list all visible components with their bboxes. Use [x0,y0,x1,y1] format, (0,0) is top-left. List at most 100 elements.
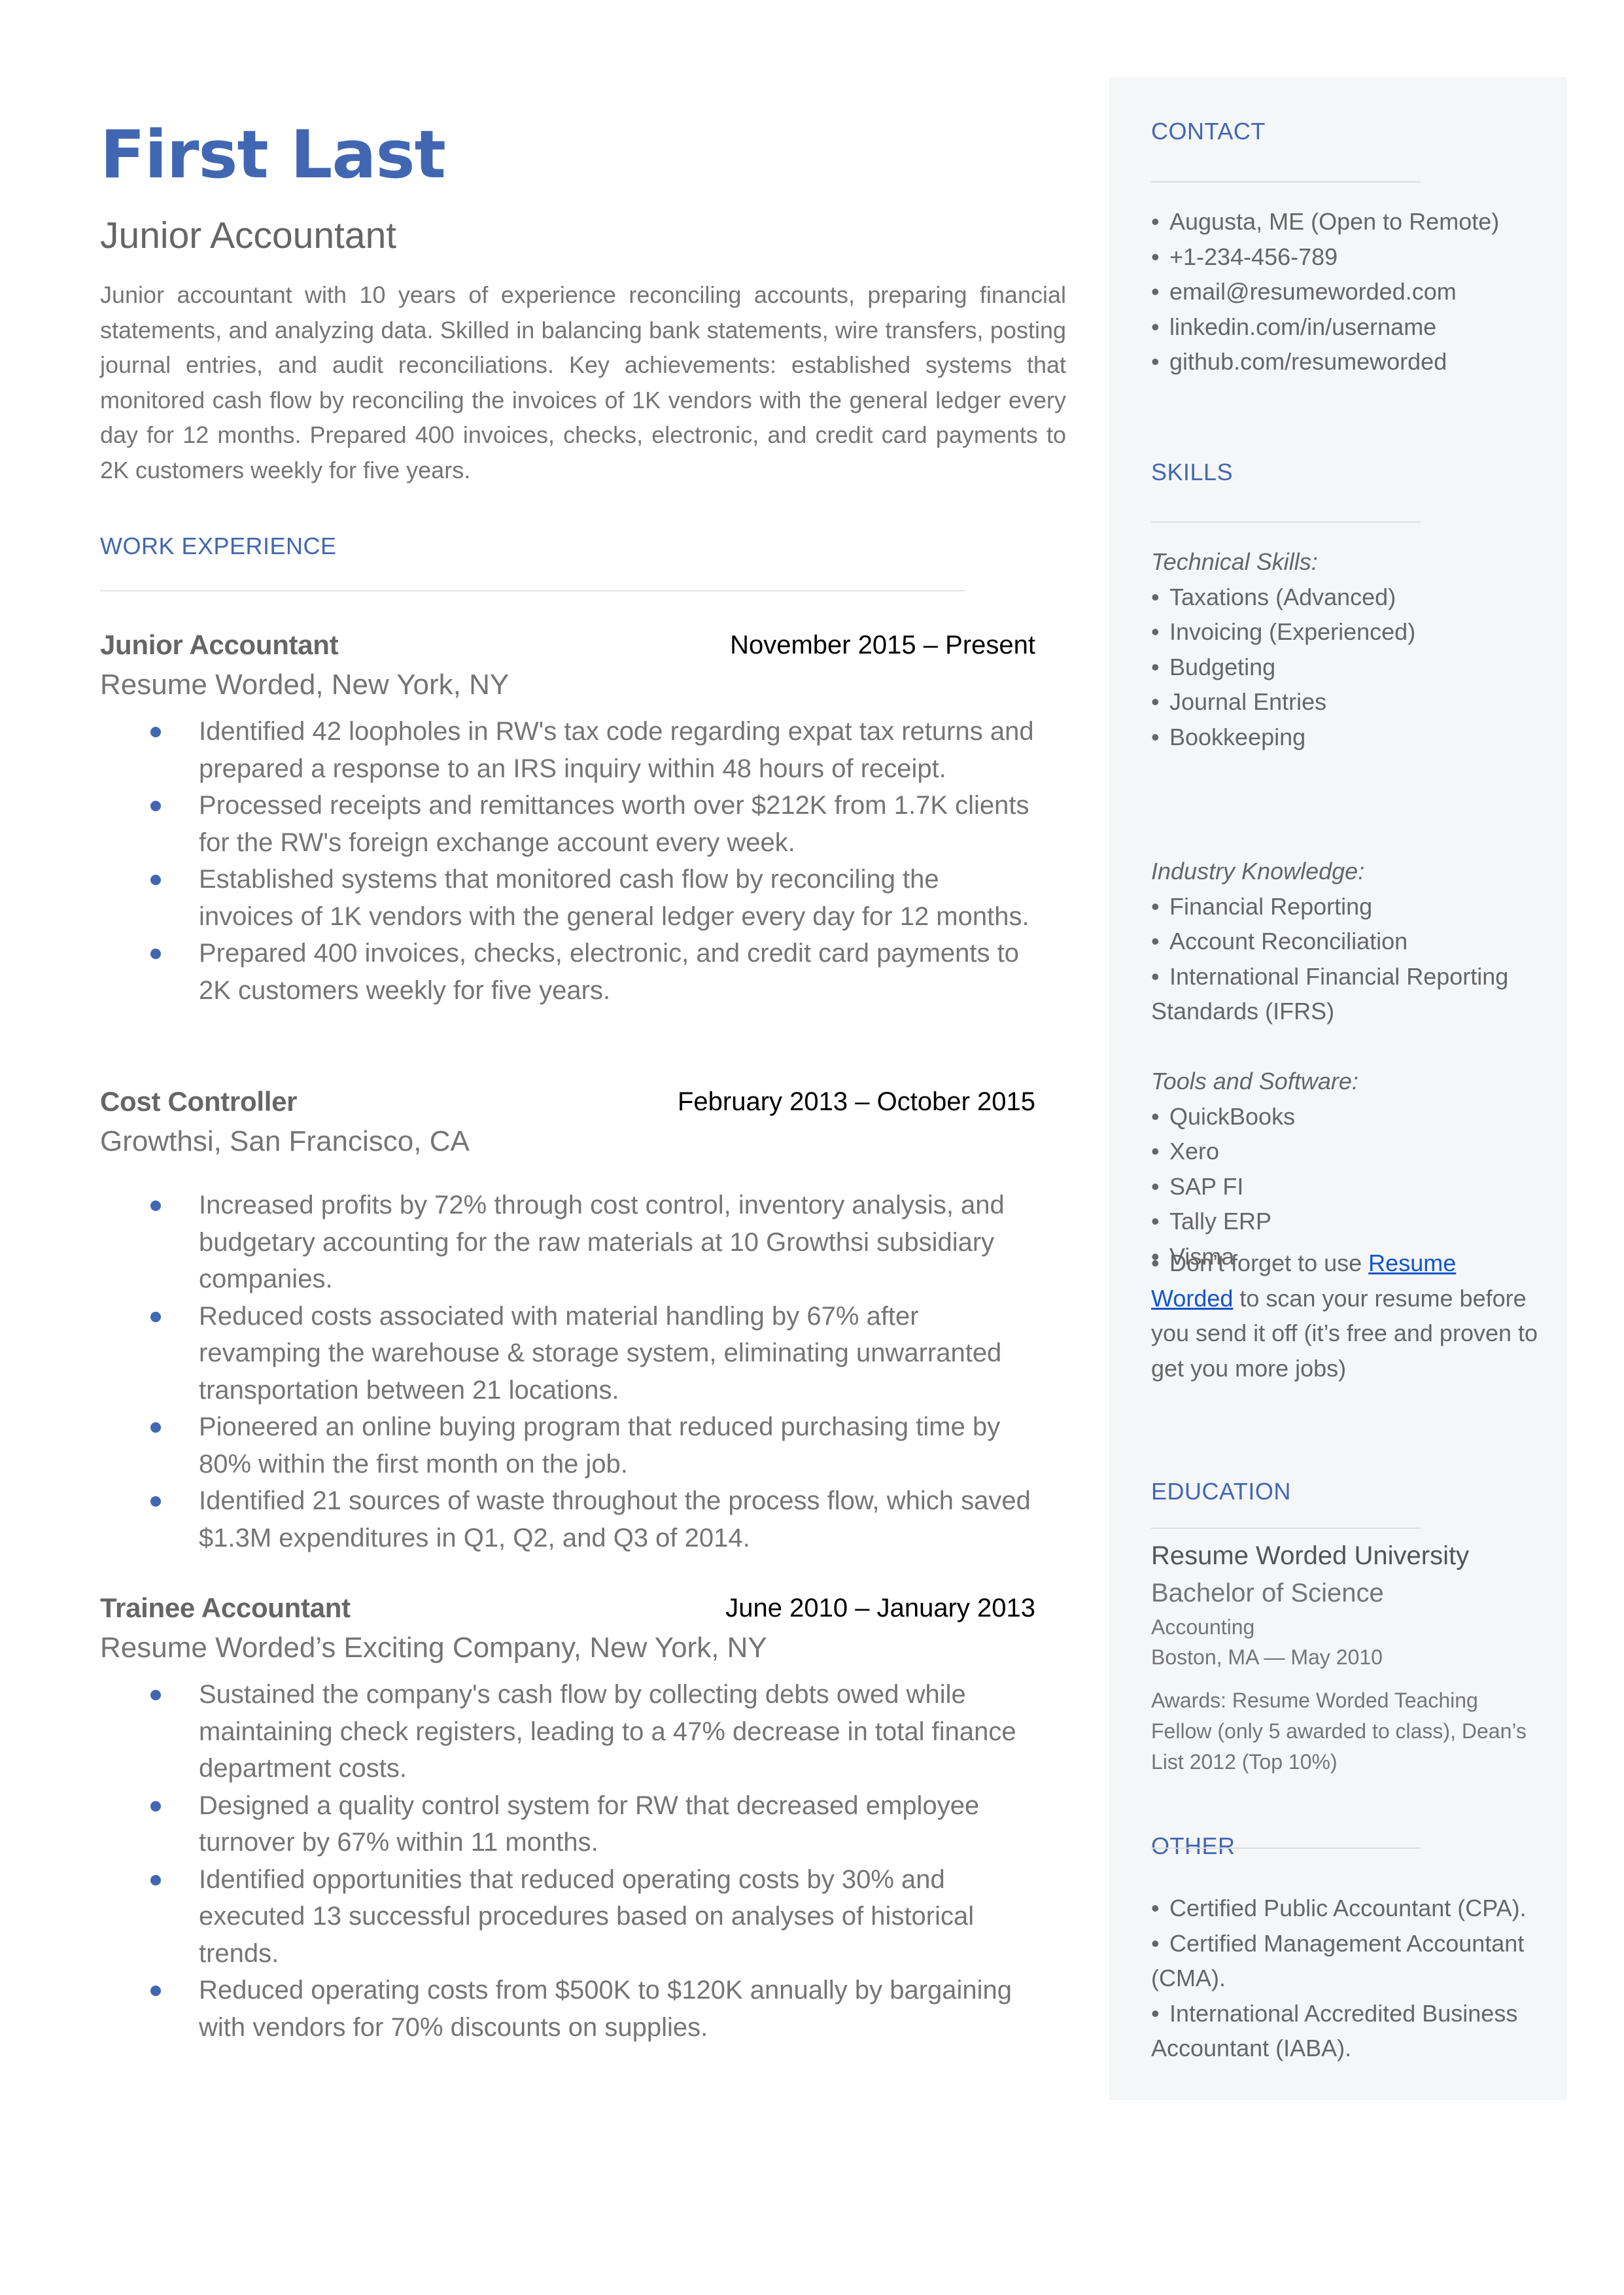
skill-item: • Account Reconciliation [1151,924,1544,959]
education-degree: Bachelor of Science [1151,1579,1384,1607]
certification-item: • Certified Management Accountant (CMA). [1151,1926,1544,1996]
job-title: Junior Accountant [100,629,339,660]
job-bullet: Established systems that monitored cash … [100,861,1035,935]
certification-text: International Accredited Business Accoun… [1151,1999,1518,2062]
work-experience-heading: WORK EXPERIENCE [100,533,337,559]
job-entry: Trainee Accountant June 2010 – January 2… [100,1588,1035,2046]
job-bullets: Sustained the company's cash flow by col… [100,1676,1035,2046]
bullet-dot-icon [150,1422,161,1433]
contact-linkedin[interactable]: • linkedin.com/in/username [1151,309,1544,345]
section-divider [1151,1528,1421,1529]
linkedin-link[interactable]: linkedin.com/in/username [1169,313,1436,340]
candidate-name: First Last [100,116,446,193]
skill-text: Budgeting [1169,653,1276,680]
education-school: Resume Worded University [1151,1541,1470,1570]
bullet-icon: • [1151,1102,1160,1130]
bullet-icon: • [1151,1250,1160,1276]
bullet-text: Processed receipts and remittances worth… [199,791,1029,857]
job-header: Cost Controller February 2013 – October … [100,1082,1035,1121]
bullet-icon: • [1151,618,1160,646]
skill-item: • Budgeting [1151,650,1544,685]
contact-text: Augusta, ME (Open to Remote) [1169,208,1500,235]
skill-text: Bookkeeping [1169,723,1306,750]
bullet-icon: • [1151,688,1160,716]
bullet-text: Identified 21 sources of waste throughou… [199,1486,1031,1552]
bullet-icon: • [1151,1208,1160,1235]
phone-link[interactable]: +1-234-456-789 [1169,243,1338,270]
contact-heading: CONTACT [1151,118,1266,145]
skill-item: • Financial Reporting [1151,889,1544,924]
skill-item: • Xero [1151,1134,1544,1169]
technical-skills-list: Technical Skills: • Taxations (Advanced) … [1151,544,1544,755]
bullet-icon: • [1151,243,1160,270]
bullet-icon: • [1151,723,1160,750]
job-company: Resume Worded, New York, NY [100,669,510,701]
summary: Junior accountant with 10 years of exper… [100,281,1066,483]
job-company: Growthsi, San Francisco, CA [100,1125,470,1157]
job-bullet: Sustained the company's cash flow by col… [100,1676,1035,1787]
industry-knowledge-list: Industry Knowledge: • Financial Reporting… [1151,854,1544,1029]
bullet-dot-icon [150,1986,161,1996]
job-bullets: Identified 42 loopholes in RW's tax code… [100,713,1035,1009]
bullet-dot-icon [150,1311,161,1322]
bullet-dot-icon [150,1874,161,1885]
job-bullet: Reduced costs associated with material h… [100,1298,1035,1409]
job-bullet: Processed receipts and remittances worth… [100,787,1035,861]
job-company: Resume Worded’s Exciting Company, New Yo… [100,1632,767,1664]
bullet-text: Pioneered an online buying program that … [199,1412,1001,1479]
skill-item: • Journal Entries [1151,684,1544,720]
bullet-dot-icon [150,1800,161,1812]
job-bullets: Increased profits by 72% through cost co… [100,1187,1035,1556]
bullet-icon: • [1151,1929,1160,1957]
bullet-dot-icon [150,801,161,811]
job-dates: June 2010 – January 2013 [725,1594,1035,1622]
sidebar: CONTACT • Augusta, ME (Open to Remote) • +… [1109,77,1567,2100]
job-title: Cost Controller [100,1086,298,1117]
bullet-icon: • [1151,278,1160,306]
bullet-icon: • [1151,653,1160,680]
skill-item: • Bookkeeping [1151,720,1544,755]
bullet-icon: • [1151,892,1160,920]
bullet-icon: • [1151,1138,1160,1165]
section-divider [1151,181,1421,183]
bullet-text: Identified opportunities that reduced op… [199,1865,975,1968]
education-heading: EDUCATION [1151,1478,1291,1505]
skill-text: Tally ERP [1169,1208,1272,1235]
industry-knowledge-label: Industry Knowledge: [1151,858,1365,885]
contact-email[interactable]: • email@resumeworded.com [1151,274,1544,309]
job-bullet: Pioneered an online buying program that … [100,1409,1035,1482]
section-divider [1151,521,1421,523]
job-header: Junior Accountant November 2015 – Presen… [100,625,1035,665]
resume-worded-tip: • Don’t forget to use Resume Worded to sc… [1151,1246,1544,1386]
contact-list: • Augusta, ME (Open to Remote) • +1-234-45… [1151,204,1544,379]
job-bullet: Reduced operating costs from $500K to $1… [100,1972,1035,2046]
technical-skills-label: Technical Skills: [1151,548,1318,575]
email-link[interactable]: email@resumeworded.com [1169,278,1457,305]
skill-item: • SAP FI [1151,1169,1544,1204]
bullet-dot-icon [150,727,161,737]
bullet-icon: • [1151,1895,1160,1921]
bullet-dot-icon [150,875,161,885]
certification-item: • Certified Public Accountant (CPA). [1151,1891,1544,1926]
job-header: Trainee Accountant June 2010 – January 2… [100,1588,1035,1628]
skill-item: • QuickBooks [1151,1099,1544,1134]
education-location-date: Boston, MA — May 2010 [1151,1645,1383,1669]
bullet-icon: • [1151,1172,1160,1200]
education-awards: Awards: Resume Worded Teaching Fellow (o… [1151,1689,1527,1774]
github-link[interactable]: github.com/resumeworded [1169,348,1447,375]
bullet-icon: • [1151,583,1160,610]
job-bullet: Prepared 400 invoices, checks, electroni… [100,935,1035,1009]
bullet-icon: • [1151,962,1160,990]
contact-phone[interactable]: • +1-234-456-789 [1151,239,1544,275]
other-heading: OTHER [1151,1832,1235,1859]
skill-text: Account Reconciliation [1169,928,1408,955]
tip-text: Don’t forget to use [1169,1250,1369,1276]
job-bullet: Increased profits by 72% through cost co… [100,1187,1035,1298]
skill-text: Invoicing (Experienced) [1169,618,1416,646]
contact-github[interactable]: • github.com/resumeworded [1151,344,1544,379]
job-bullet: Designed a quality control system for RW… [100,1787,1035,1861]
bullet-dot-icon [150,1690,161,1700]
skill-text: International Financial Reporting Standa… [1151,962,1509,1025]
job-dates: February 2013 – October 2015 [677,1087,1035,1116]
bullet-dot-icon [150,1200,161,1211]
